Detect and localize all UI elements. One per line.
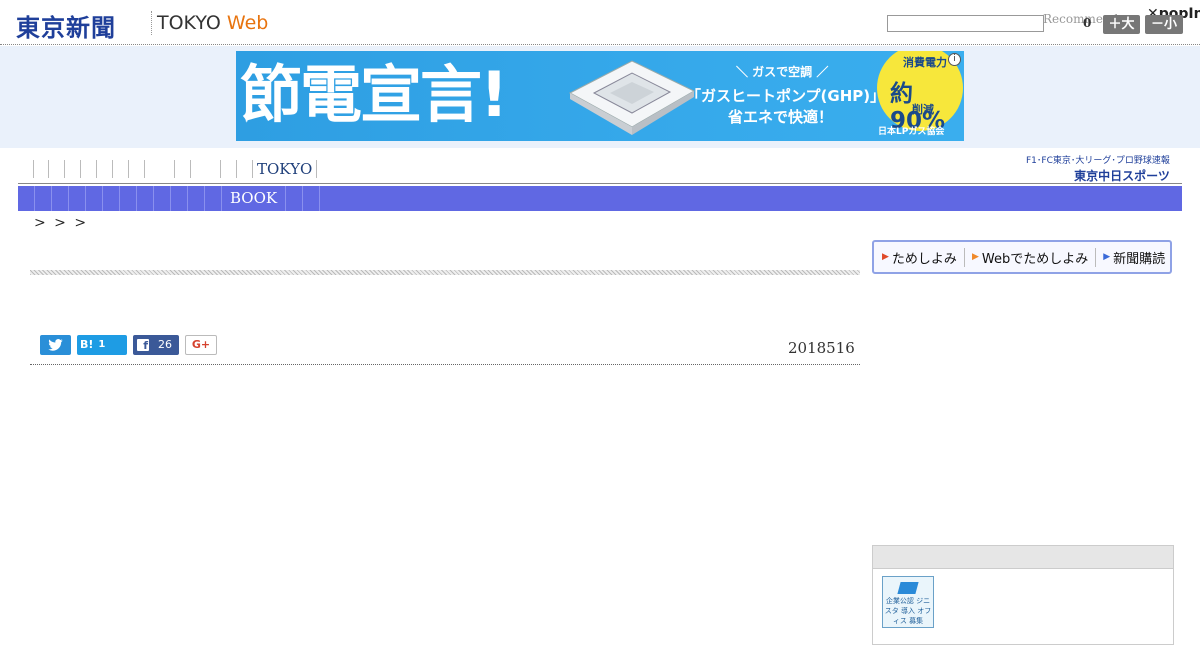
subnav-item[interactable] [65, 160, 81, 178]
tameshi-yomi-bar: ▶ ためしよみ ▶ Webでためしよみ ▶ 新聞購読 [872, 240, 1172, 274]
mainnav-item-book[interactable]: BOOK [222, 186, 287, 211]
web-tameshi-yomi-label: Webでためしよみ [981, 251, 1089, 267]
subnav-item[interactable] [191, 160, 221, 178]
mainnav-item[interactable] [303, 186, 321, 211]
genista-logo-mark [897, 582, 919, 594]
subnav-item[interactable] [175, 160, 191, 178]
mainnav-item[interactable] [103, 186, 120, 211]
chunichi-sports-tagline: F1･FC東京･大リーグ･プロ野球速報 [1026, 156, 1170, 166]
ad-save-line: 省エネで快適！ [728, 108, 834, 126]
publication-date: 2018516 [788, 339, 855, 357]
mainnav-item[interactable] [154, 186, 171, 211]
triangle-right-icon: ▶ [882, 252, 889, 262]
hatena-count: 1 [98, 339, 106, 350]
twitter-icon [48, 339, 63, 351]
subnav-item-tokyo[interactable]: TOKYO [253, 160, 318, 178]
triangle-right-icon: ▶ [1103, 252, 1111, 262]
chunichi-sports-logo: 東京中日スポーツ [1074, 169, 1170, 183]
ad-badge-bottom: 削減 [912, 103, 934, 116]
subscribe-label: 新聞購読 [1113, 251, 1166, 267]
subnav-item[interactable] [33, 160, 49, 178]
tokyo-shimbun-logo[interactable]: 東京新聞 [16, 8, 116, 43]
facebook-count: 26 [158, 338, 172, 351]
search-input[interactable] [887, 15, 1044, 32]
ad-ghp-line: 「ガスヒートポンプ(GHP)」は [686, 87, 901, 105]
subnav-item[interactable] [237, 160, 253, 178]
mainnav-item[interactable] [188, 186, 205, 211]
subnav-item[interactable] [49, 160, 65, 178]
mainnav-item[interactable] [34, 186, 52, 211]
genista-office-logo[interactable]: 企業公認 ジニスタ 導入 オフィス 募集 [882, 576, 934, 628]
facebook-icon: f [137, 339, 149, 352]
mainnav-item[interactable] [171, 186, 188, 211]
subnav-item[interactable] [145, 160, 175, 178]
subnav-item[interactable] [221, 160, 237, 178]
ad-organization: 日本LPガス協会 [878, 127, 945, 137]
facebook-share-button[interactable]: f 26 [133, 335, 179, 355]
mainnav-item[interactable] [120, 186, 137, 211]
sub-navigation: TOKYO [33, 160, 318, 180]
ad-banner[interactable]: 節電宣言! ＼ ガスで空調 ／ 「ガスヒートポンプ(GHP)」は 省エネで快適！… [236, 51, 964, 141]
mainnav-item[interactable] [205, 186, 222, 211]
share-count: 0 [1083, 16, 1092, 30]
subscribe-link[interactable]: ▶ 新聞購読 [1103, 248, 1172, 267]
ad-badge-top: 消費電力 [903, 56, 947, 69]
sidebar-box: 企業公認 ジニスタ 導入 オフィス 募集 [872, 545, 1174, 645]
web-tameshi-yomi-link[interactable]: ▶ Webでためしよみ [971, 247, 1097, 267]
font-small-button[interactable]: －小 [1145, 15, 1183, 34]
subnav-item[interactable] [81, 160, 97, 178]
mainnav-item[interactable] [69, 186, 86, 211]
article-divider [30, 364, 860, 365]
twitter-share-button[interactable] [40, 335, 71, 355]
tokyo-web-logo[interactable]: TOKYO Web [157, 12, 268, 34]
air-conditioner-image [568, 60, 696, 135]
google-plus-button[interactable]: G+ [185, 335, 217, 355]
main-navigation: BOOK [18, 186, 1182, 211]
ad-headline: 節電宣言! [240, 58, 508, 131]
hatena-icon: B! [80, 338, 94, 351]
logo-divider [151, 11, 152, 35]
chunichi-sports-link[interactable]: F1･FC東京･大リーグ･プロ野球速報 東京中日スポーツ [1026, 153, 1170, 184]
triangle-right-icon: ▶ [971, 252, 979, 262]
subnav-item[interactable] [97, 160, 113, 178]
subnav-item[interactable] [129, 160, 145, 178]
subnav-divider [18, 183, 1182, 184]
mainnav-item[interactable] [52, 186, 69, 211]
article-title-rule [30, 270, 860, 275]
genista-logo-text: 企業公認 ジニスタ 導入 オフィス 募集 [884, 597, 932, 625]
mainnav-item[interactable] [286, 186, 304, 211]
tokyo-web-logo-tokyo: TOKYO [157, 12, 227, 34]
mainnav-item[interactable] [137, 186, 154, 211]
sidebar-box-header [873, 546, 1173, 569]
subnav-item[interactable] [113, 160, 129, 178]
ad-subline: ＼ ガスで空調 ／ [736, 65, 829, 79]
font-large-button[interactable]: ＋大 [1103, 15, 1140, 34]
tameshi-yomi-link[interactable]: ▶ ためしよみ [882, 247, 965, 267]
site-header: 東京新聞 TOKYO Web Recommend 0 ✕popIn ＋大 －小 [0, 0, 1200, 45]
hatena-bookmark-button[interactable]: B! 1 [77, 335, 127, 355]
tameshi-yomi-label: ためしよみ [891, 251, 957, 267]
share-buttons: B! 1 f 26 G+ [40, 335, 217, 355]
mainnav-item[interactable] [86, 186, 103, 211]
breadcrumb[interactable]: > > > [34, 215, 86, 231]
ad-info-icon[interactable]: i [948, 53, 961, 66]
tokyo-web-logo-web: Web [226, 12, 269, 34]
